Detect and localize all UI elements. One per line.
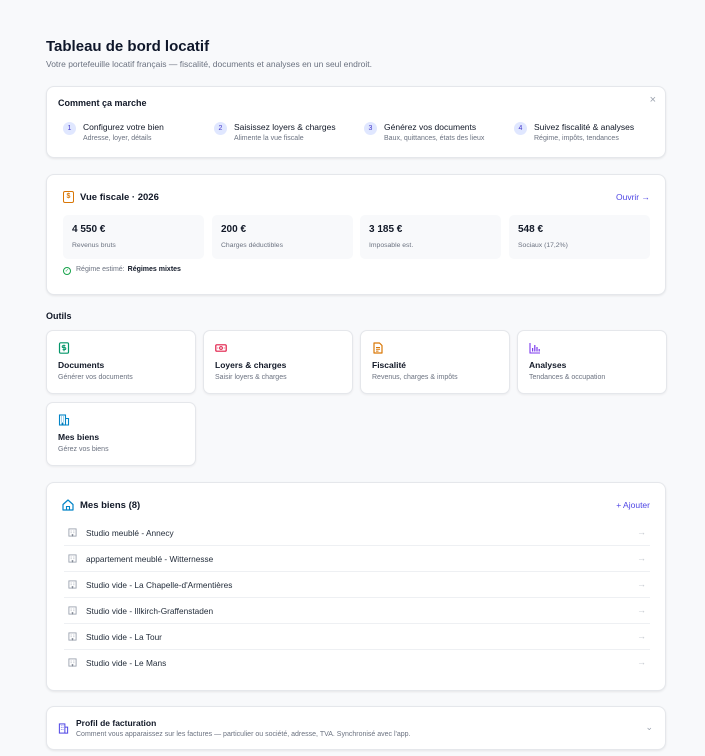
regime-label: Régime estimé: — [76, 266, 125, 273]
metric-label: Imposable est. — [369, 242, 414, 249]
arrow-right-icon: → — [637, 631, 646, 641]
list-item[interactable]: appartement meublé - Witternesse → — [64, 546, 650, 572]
step-title: Configurez votre bien — [83, 122, 164, 132]
list-item[interactable]: Studio vide - Illkirch-Graffenstaden → — [64, 598, 650, 624]
fiscal-overview-card: $ Vue fiscale · 2026 Ouvrir → 4 550 € Re… — [46, 174, 666, 295]
tools-section-label: Outils — [46, 311, 72, 321]
arrow-right-icon: → — [637, 553, 646, 563]
tool-title: Fiscalité — [372, 360, 407, 370]
metric-value: 4 550 € — [72, 224, 106, 235]
metric-value: 548 € — [518, 224, 544, 235]
metric-label: Sociaux (17,2%) — [518, 242, 568, 249]
regime-value: Régimes mixtes — [127, 266, 181, 273]
close-icon[interactable]: × — [650, 95, 656, 106]
list-item[interactable]: Studio vide - Le Mans → — [64, 650, 650, 676]
list-item[interactable]: Studio vide - La Chapelle-d'Armentières … — [64, 572, 650, 598]
step-description: Alimente la vue fiscale — [234, 135, 304, 142]
page-title: Tableau de bord locatif — [46, 38, 210, 55]
metric-social-charges: 548 € Sociaux (17,2%) — [509, 215, 650, 259]
home-icon — [62, 499, 74, 511]
tool-description: Tendances & occupation — [529, 374, 606, 381]
metric-label: Revenus bruts — [72, 242, 116, 249]
property-name: Studio meublé - Annecy — [86, 528, 174, 538]
tool-description: Gérez vos biens — [58, 446, 109, 453]
tool-title: Mes biens — [58, 432, 100, 442]
arrow-right-icon: → — [637, 605, 646, 615]
property-name: Studio vide - Le Mans — [86, 658, 167, 668]
building-icon — [68, 580, 77, 589]
fiscal-title: Vue fiscale · 2026 — [80, 192, 159, 203]
properties-card: Mes biens (8) + Ajouter Studio meublé - … — [46, 482, 666, 691]
tool-description: Saisir loyers & charges — [215, 374, 287, 381]
step-description: Baux, quittances, états des lieux — [384, 135, 485, 142]
tool-documents[interactable]: Documents Générer vos documents — [46, 330, 196, 394]
list-item[interactable]: Studio meublé - Annecy → — [64, 520, 650, 546]
property-name: Studio vide - La Tour — [86, 632, 162, 642]
step-number: 2 — [214, 122, 227, 135]
how-it-works-card: Comment ça marche × 1 Configurez votre b… — [46, 86, 666, 158]
banknote-icon — [215, 344, 227, 352]
building-icon — [68, 658, 77, 667]
metric-value: 3 185 € — [369, 224, 403, 235]
list-item[interactable]: Studio vide - La Tour → — [64, 624, 650, 650]
arrow-right-icon: → — [637, 579, 646, 589]
tool-description: Revenus, charges & impôts — [372, 374, 458, 381]
billing-description: Comment vous apparaissez sur les facture… — [76, 731, 411, 738]
dollar-doc-icon: $ — [63, 191, 74, 203]
chevron-down-icon[interactable]: ⌄ — [645, 722, 653, 733]
building-icon — [68, 606, 77, 615]
tool-title: Documents — [58, 360, 105, 370]
metric-value: 200 € — [221, 224, 247, 235]
metric-taxable: 3 185 € Imposable est. — [360, 215, 501, 259]
arrow-right-icon: → — [637, 527, 646, 537]
tool-analyses[interactable]: Analyses Tendances & occupation — [517, 330, 667, 394]
property-name: Studio vide - La Chapelle-d'Armentières — [86, 580, 233, 590]
tool-title: Analyses — [529, 360, 567, 370]
properties-title: Mes biens (8) — [80, 500, 141, 511]
tool-my-properties[interactable]: Mes biens Gérez vos biens — [46, 402, 196, 466]
file-text-icon — [373, 342, 383, 354]
property-name: Studio vide - Illkirch-Graffenstaden — [86, 606, 214, 616]
building-icon — [68, 554, 77, 563]
step-number: 3 — [364, 122, 377, 135]
tool-taxation[interactable]: Fiscalité Revenus, charges & impôts — [360, 330, 510, 394]
metric-deductible-charges: 200 € Charges déductibles — [212, 215, 353, 259]
building-icon — [68, 528, 77, 537]
step-number: 4 — [514, 122, 527, 135]
page-subtitle: Votre portefeuille locatif français — fi… — [46, 59, 373, 69]
tool-rents-charges[interactable]: Loyers & charges Saisir loyers & charges — [203, 330, 353, 394]
tool-description: Générer vos documents — [58, 374, 133, 381]
step-title: Générez vos documents — [384, 122, 477, 132]
how-it-works-title: Comment ça marche — [58, 98, 147, 108]
building-icon — [68, 632, 77, 641]
bar-chart-icon — [529, 343, 540, 354]
shield-check-icon: ✓ — [63, 267, 71, 275]
building-icon — [58, 414, 70, 426]
metric-label: Charges déductibles — [221, 242, 283, 249]
add-property-button[interactable]: + Ajouter — [616, 500, 650, 510]
billing-profile-card[interactable]: Profil de facturation Comment vous appar… — [46, 706, 666, 750]
step-title: Saisissez loyers & charges — [234, 122, 336, 132]
dollar-doc-icon — [58, 342, 70, 354]
regime-line: ✓ Régime estimé: Régimes mixtes — [63, 266, 181, 275]
step-title: Suivez fiscalité & analyses — [534, 122, 635, 132]
step-description: Régime, impôts, tendances — [534, 135, 619, 142]
billing-title: Profil de facturation — [76, 718, 157, 728]
step-number: 1 — [63, 122, 76, 135]
building-icon — [58, 723, 69, 734]
open-fiscal-link[interactable]: Ouvrir → — [616, 192, 650, 202]
metric-gross-revenue: 4 550 € Revenus bruts — [63, 215, 204, 259]
property-name: appartement meublé - Witternesse — [86, 554, 214, 564]
step-description: Adresse, loyer, détails — [83, 135, 152, 142]
tool-title: Loyers & charges — [215, 360, 287, 370]
arrow-right-icon: → — [637, 657, 646, 667]
